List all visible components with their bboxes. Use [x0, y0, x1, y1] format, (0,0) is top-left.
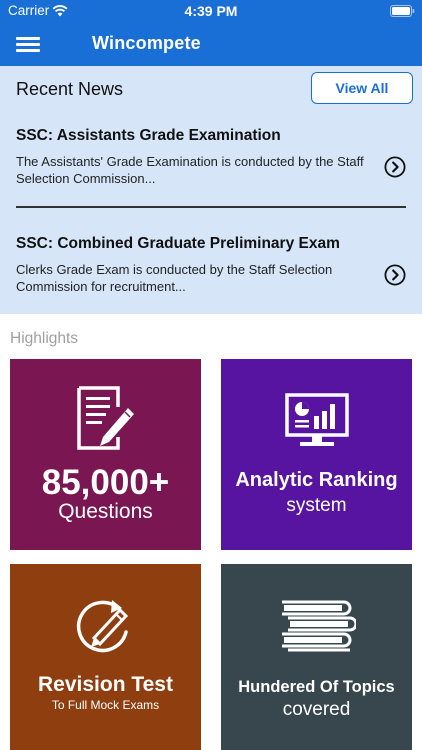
news-item-title: SSC: Assistants Grade Examination	[16, 127, 281, 144]
status-time: 4:39 PM	[184, 3, 238, 19]
highlight-tile-revision[interactable]: Revision Test To Full Mock Exams	[10, 564, 201, 750]
chevron-right-circle-icon[interactable]	[384, 264, 406, 286]
chevron-right-circle-icon[interactable]	[384, 156, 406, 178]
highlight-tile-analytics[interactable]: Analytic Ranking system	[221, 359, 412, 550]
highlight-tile-topics[interactable]: Hundered Of Topics covered	[221, 564, 412, 750]
document-edit-icon	[77, 386, 134, 450]
recent-news-panel: Recent News View All SSC: Assistants Gra…	[0, 66, 422, 314]
news-item[interactable]: SSC: Combined Graduate Preliminary Exam …	[16, 235, 410, 295]
news-item-title: SSC: Combined Graduate Preliminary Exam	[16, 235, 340, 252]
highlights-heading: Highlights	[10, 330, 79, 347]
recent-news-heading: Recent News	[16, 79, 124, 99]
tile-heading: 85,000+	[41, 463, 170, 502]
battery-icon	[390, 5, 415, 17]
news-item-description: The Assistants' Grade Examination is con…	[16, 154, 364, 186]
analytics-monitor-icon	[285, 393, 349, 446]
revision-pencil-icon	[76, 600, 129, 653]
view-all-button[interactable]: View All	[311, 72, 413, 104]
tile-heading: Revision Test	[38, 673, 173, 696]
app-header: Carrier 4:39 PM Wincompete	[0, 0, 422, 66]
tile-heading: Analytic Ranking	[235, 469, 398, 491]
books-stack-icon	[282, 600, 356, 652]
highlight-tile-questions[interactable]: 85,000+ Questions	[10, 359, 201, 550]
status-bar: Carrier 4:39 PM	[0, 0, 422, 22]
tile-subheading: To Full Mock Exams	[51, 698, 160, 712]
tile-subheading: system	[286, 495, 347, 516]
tile-subheading: Questions	[58, 500, 153, 523]
news-item[interactable]: SSC: Assistants Grade Examination The As…	[16, 127, 410, 187]
hamburger-menu-button[interactable]	[16, 37, 40, 52]
tile-heading: Hundered Of Topics	[238, 678, 395, 696]
tile-subheading: covered	[282, 699, 351, 720]
news-divider	[16, 206, 406, 208]
app-title: Wincompete	[92, 33, 201, 53]
news-item-description: Clerks Grade Exam is conducted by the St…	[16, 262, 333, 294]
